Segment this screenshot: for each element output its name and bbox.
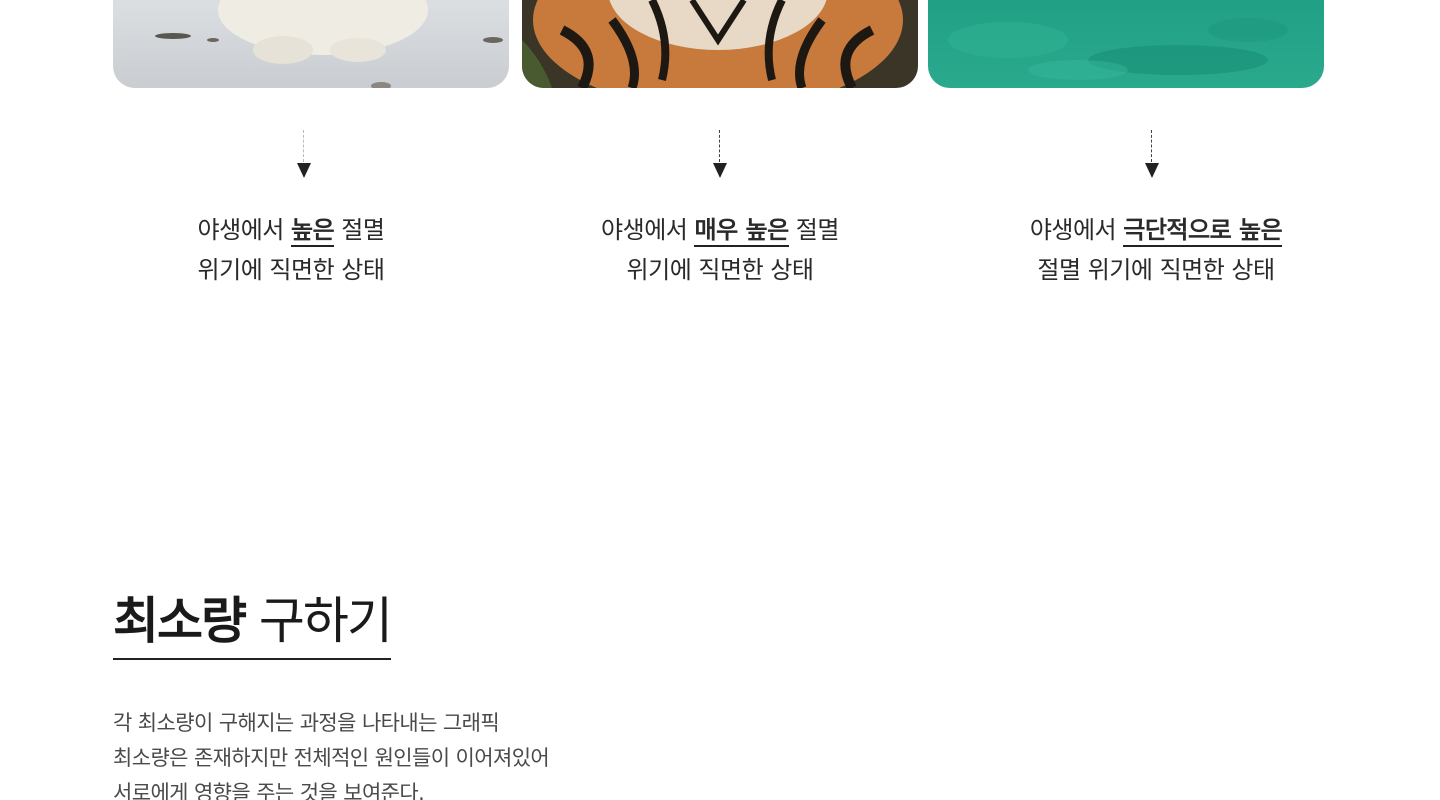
status-caption-extremely-high: 야생에서 극단적으로 높은 절멸 위기에 직면한 상태 <box>956 210 1356 290</box>
caption-line-2: 절멸 위기에 직면한 상태 <box>1037 256 1275 284</box>
caption-line-1: 야생에서 극단적으로 높은 <box>956 210 1356 250</box>
caption-emphasis: 극단적으로 높은 <box>1123 216 1283 247</box>
status-caption-very-high: 야생에서 매우 높은 절멸 위기에 직면한 상태 <box>520 210 920 290</box>
sea-turtle-image <box>928 0 1324 88</box>
arrow-down-icon <box>1142 130 1162 182</box>
caption-line-2: 위기에 직면한 상태 <box>626 256 814 284</box>
caption-line-1: 야생에서 매우 높은 절멸 <box>520 210 920 250</box>
description-line: 최소량은 존재하지만 전체적인 원인들이 이어져있어 <box>113 746 550 770</box>
description-line: 서로에게 영향을 주는 것을 보여준다. <box>113 781 425 800</box>
description-line: 각 최소량이 구해지는 과정을 나타내는 그래픽 <box>113 711 500 735</box>
arrow-down-icon <box>294 130 314 182</box>
caption-emphasis: 높은 <box>290 216 335 247</box>
section-title-rest: 구하기 <box>245 592 393 650</box>
polar-bear-image <box>113 0 509 88</box>
caption-emphasis: 매우 높은 <box>694 216 789 247</box>
tiger-image <box>522 0 918 88</box>
arrow-down-icon <box>710 130 730 182</box>
status-caption-high: 야생에서 높은 절멸 위기에 직면한 상태 <box>91 210 491 290</box>
page: 야생에서 높은 절멸 위기에 직면한 상태 야생에서 매우 높은 절멸 위기에 … <box>0 0 1440 800</box>
caption-line-1: 야생에서 높은 절멸 <box>91 210 491 250</box>
section-description: 각 최소량이 구해지는 과정을 나타내는 그래픽 최소량은 존재하지만 전체적인… <box>113 706 550 800</box>
caption-line-2: 위기에 직면한 상태 <box>197 256 385 284</box>
section-title-bold: 최소량 <box>113 592 247 650</box>
section-title: 최소량 구하기 <box>113 588 393 660</box>
